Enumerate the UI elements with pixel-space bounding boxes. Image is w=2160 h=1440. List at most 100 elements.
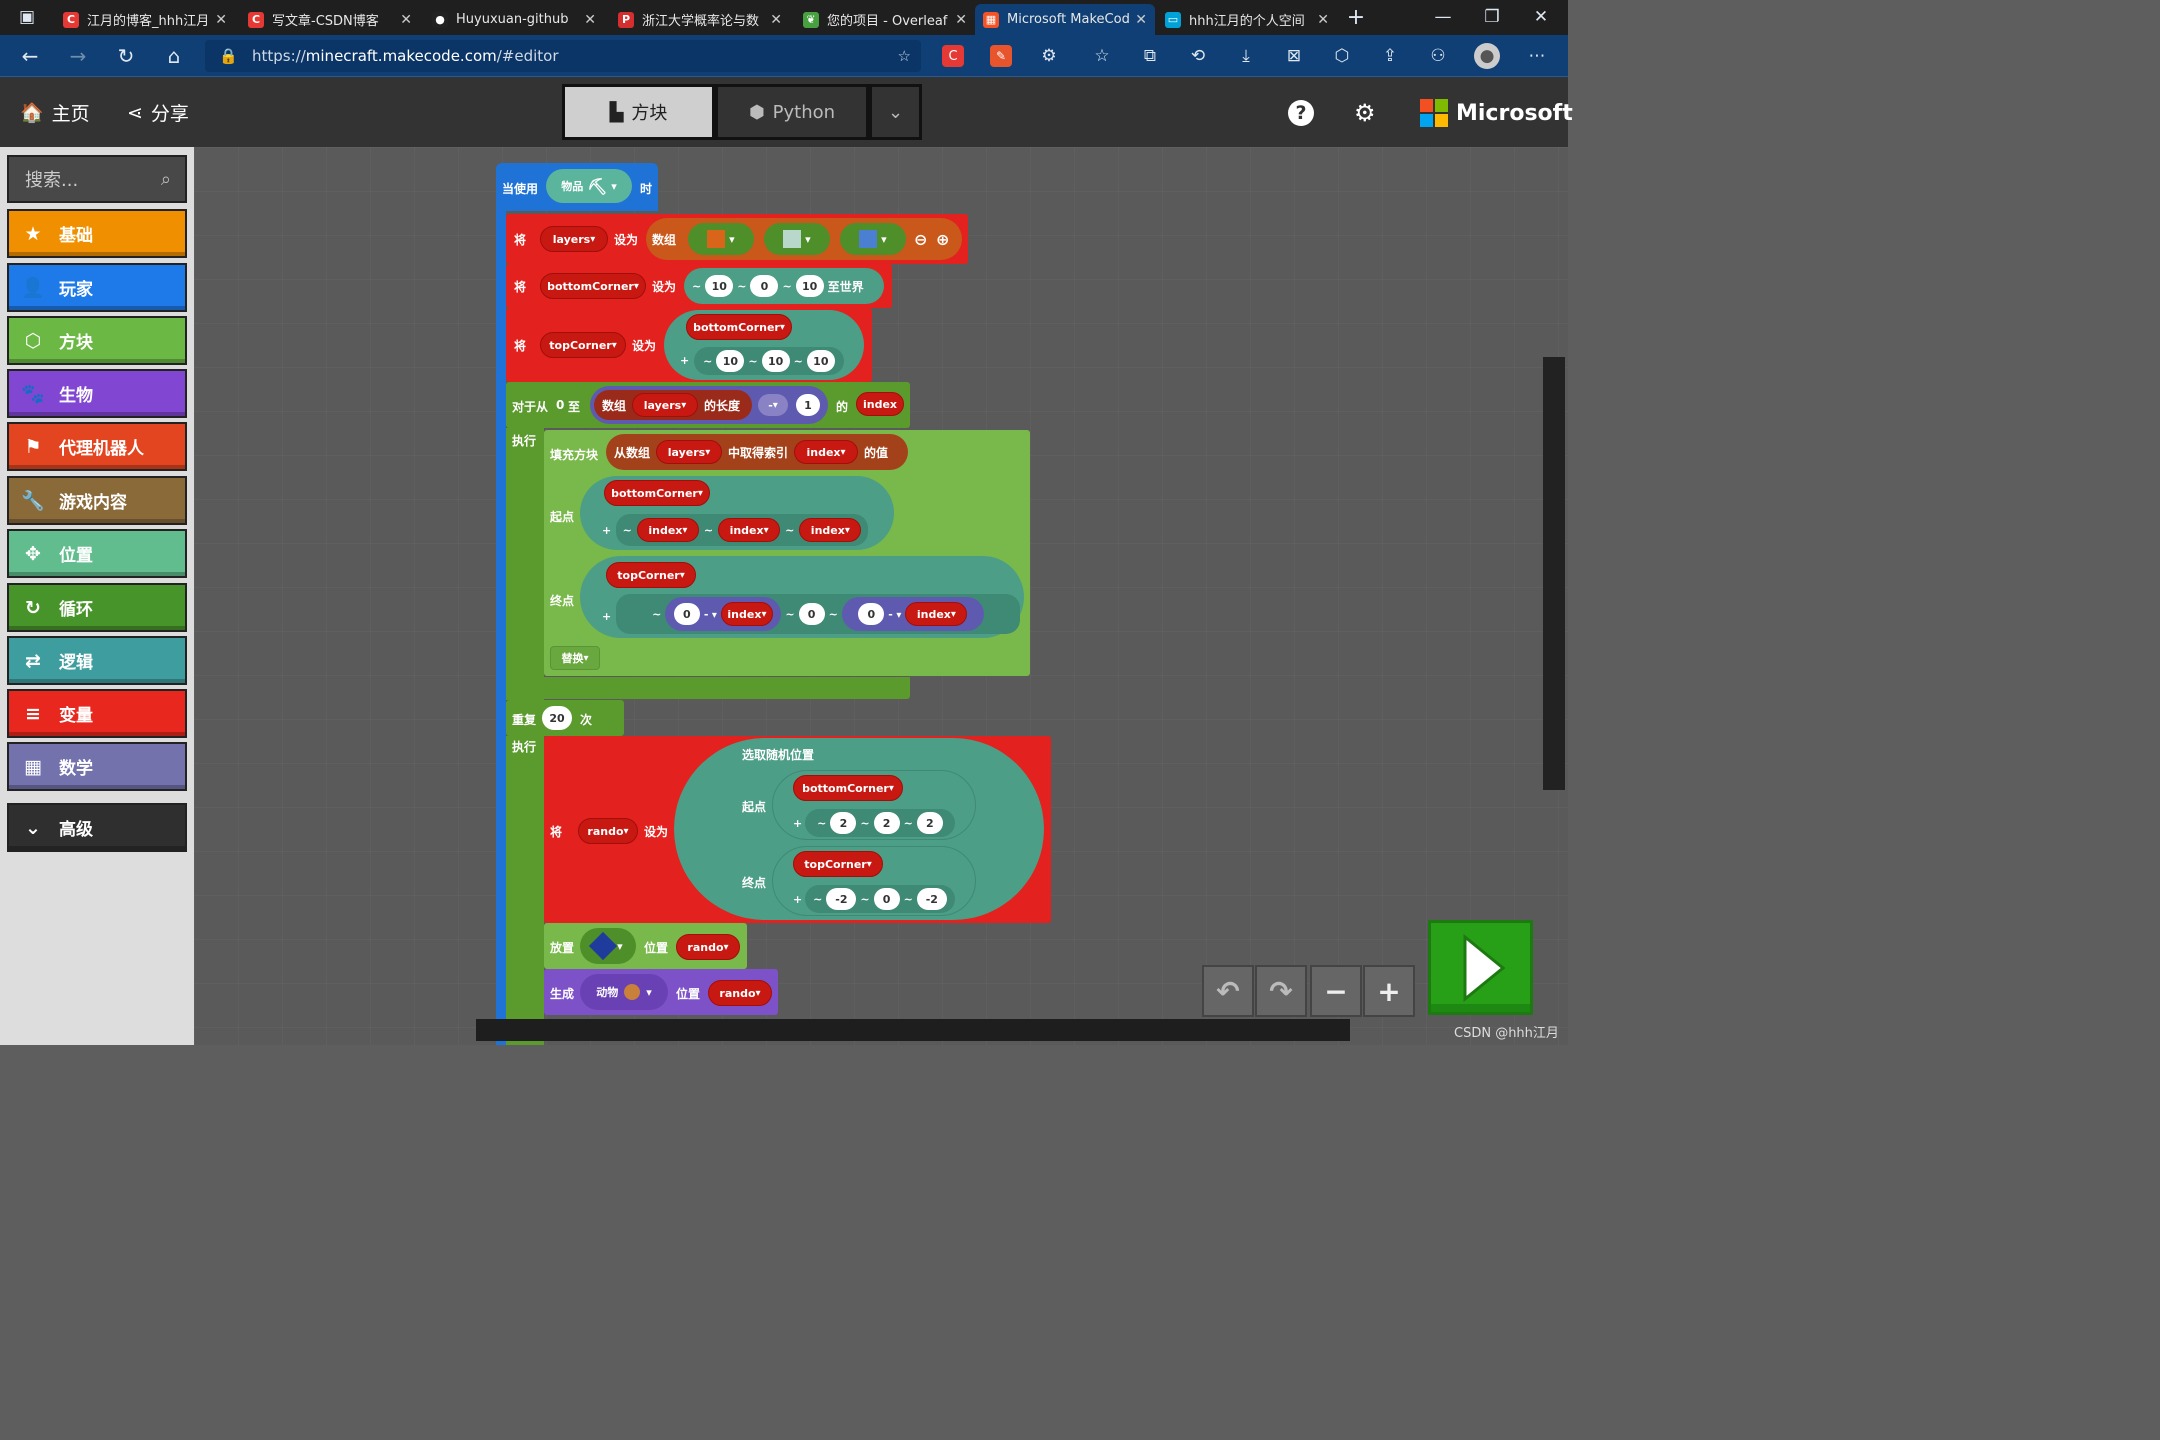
num-x[interactable]: 2 [830,812,857,834]
toolbox-category[interactable]: ✥ 位置 [7,529,187,578]
history-icon[interactable]: ⟲ [1185,43,1211,69]
toolbox-category[interactable]: ≡ 变量 [7,689,187,738]
idx-x[interactable]: index [636,518,699,542]
var-rando-dropdown[interactable]: rando [578,818,638,844]
toolbox-category[interactable]: ⬡ 方块 [7,316,187,365]
toolbox-category[interactable]: ★ 基础 [7,209,187,258]
animal-dropdown[interactable]: 动物 ▾ [580,974,668,1010]
toolbox-category[interactable]: ↻ 循环 [7,583,187,632]
toolbox-category[interactable]: ⚑ 代理机器人 [7,422,187,471]
workspace-horizontal-scrollbar[interactable] [476,1019,1350,1041]
favorite-add-icon[interactable]: ☆ [898,47,911,65]
create-array-block[interactable]: 数组 ▾ ▾ ▾ ⊖ ⊕ [646,218,962,260]
refresh-button[interactable]: ↻ [113,43,139,69]
remove-item-icon[interactable]: ⊖ [914,230,927,249]
idx-ref[interactable]: index [905,602,968,626]
on-item-used-block[interactable]: 当使用 物品 ⛏ ▾ 时 [496,163,658,211]
close-tab-icon[interactable]: ✕ [400,12,412,28]
feedback-icon[interactable]: ⚇ [1425,43,1451,69]
offset-position[interactable]: ~10 ~10 ~10 [694,347,844,375]
browser-tab[interactable]: ● Huyuxuan-github ✕ [424,4,604,35]
var-layers-dropdown[interactable]: layers [540,226,608,252]
browser-essentials-icon[interactable]: ⬡ [1329,43,1355,69]
python-mode-button[interactable]: ⬢ Python [715,84,869,140]
zoom-out-button[interactable]: − [1310,965,1362,1017]
num-z[interactable]: 10 [795,275,824,297]
toolbox-category[interactable]: ⌄ 高级 [7,803,187,852]
offset-position[interactable]: ~index~index~index [616,514,868,546]
subtract-block[interactable]: 0-index [841,597,984,631]
url-field[interactable]: 🔒 https://minecraft.makecode.com/#editor… [205,40,921,72]
share-link[interactable]: ⋖ 分享 [127,99,189,126]
bottomcorner-ref[interactable]: bottomCorner [793,775,903,801]
math-solver-icon[interactable]: ⊠ [1281,43,1307,69]
for-loop-block[interactable]: 对于从 0 至 数组 layers 的长度 - 1 的 index [506,382,910,428]
spawn-block[interactable]: 生成 动物 ▾ 位置 rando [544,969,778,1015]
block-ice-dropdown[interactable]: ▾ [840,223,906,255]
browser-tab[interactable]: ▦ Microsoft MakeCode ✕ [975,4,1155,35]
collections-icon[interactable]: ⧉ [1137,43,1163,69]
redo-button[interactable]: ↷ [1255,965,1307,1017]
num-z[interactable]: 10 [806,350,835,372]
toolbox-category[interactable]: 👤 玩家 [7,263,187,312]
op-label[interactable]: - [888,608,901,621]
array-get-block[interactable]: 从数组 layers 中取得索引 index 的值 [606,434,908,470]
subtract-block[interactable]: 数组 layers 的长度 - 1 [590,386,828,424]
var-layers-ref[interactable]: layers [656,440,723,464]
world-position-block[interactable]: ~10 ~0 ~10 至世界 [684,268,884,304]
more-menu-icon[interactable]: ⋯ [1524,43,1550,69]
home-link[interactable]: 🏠 主页 [20,99,90,126]
subtract-block[interactable]: 0-index [665,597,782,631]
download-icon[interactable]: ⤓ [1233,43,1259,69]
idx-y[interactable]: index [718,518,781,542]
start-position-block[interactable]: bottomCorner + ~2~2~2 [772,770,976,840]
browser-tab[interactable]: ❦ 您的项目 - Overleaf ✕ [795,4,975,35]
home-button[interactable]: ⌂ [161,43,187,69]
num-zero[interactable]: 0 [858,603,885,625]
close-window-button[interactable]: ✕ [1528,4,1554,30]
new-tab-button[interactable]: + [1343,4,1369,30]
var-index[interactable]: index [856,392,904,416]
csdn-extension-icon[interactable]: C [942,45,964,67]
close-tab-icon[interactable]: ✕ [955,12,967,28]
back-button[interactable]: ← [17,43,43,69]
mode-dropdown-button[interactable]: ⌄ [869,84,922,140]
set-topcorner-block[interactable]: 将 topCorner 设为 bottomCorner + ~10~10~10 [506,308,872,382]
fill-blocks-block[interactable]: 填充方块 从数组 layers 中取得索引 index 的值 起点 bottom… [544,430,1030,676]
var-rando-ref[interactable]: rando [708,980,772,1006]
run-code-button[interactable] [1428,920,1533,1015]
var-layers-ref[interactable]: layers [632,393,699,417]
var-index-ref[interactable]: index [794,440,859,464]
array-length-block[interactable]: 数组 layers 的长度 [594,390,752,420]
browser-tab[interactable]: ▭ hhh江月的个人空间 ✕ [1157,4,1337,35]
set-bottomcorner-block[interactable]: 将 bottomCorner 设为 ~10 ~0 ~10 至世界 [506,264,892,308]
num-x[interactable]: 10 [716,350,745,372]
close-tab-icon[interactable]: ✕ [215,12,227,28]
topcorner-base-var[interactable]: bottomCorner [686,314,792,340]
start-position-block[interactable]: bottomCorner + ~index~index~index [580,476,894,550]
help-button[interactable]: ? [1288,100,1314,126]
num-y[interactable]: 2 [873,812,900,834]
close-tab-icon[interactable]: ✕ [1135,12,1147,28]
num-one[interactable]: 1 [796,394,820,416]
end-position-block[interactable]: topCorner + ~0-index~0~0-index [580,556,1024,638]
undo-button[interactable]: ↶ [1202,965,1254,1017]
close-tab-icon[interactable]: ✕ [770,12,782,28]
profile-avatar[interactable]: ● [1474,43,1500,69]
zoom-in-button[interactable]: + [1363,965,1415,1017]
browser-tab[interactable]: C 江月的博客_hhh江月 ✕ [55,4,235,35]
num-z[interactable]: 2 [916,812,943,834]
num-y[interactable]: 10 [761,350,790,372]
offset-position[interactable]: ~0-index~0~0-index [616,594,1020,634]
browser-tab[interactable]: P 浙江大学概率论与数 ✕ [610,4,790,35]
maximize-button[interactable]: ❐ [1479,4,1505,30]
toolbox-category[interactable]: 🐾 生物 [7,369,187,418]
blocks-mode-button[interactable]: ▙ 方块 [562,84,715,140]
topcorner-ref[interactable]: topCorner [793,851,883,877]
tab-actions-icon[interactable]: ▣ [14,4,40,30]
add-item-icon[interactable]: ⊕ [936,230,949,249]
workspace-vertical-scrollbar[interactable] [1543,357,1565,790]
var-bottomcorner-dropdown[interactable]: bottomCorner [540,273,646,299]
num-y[interactable]: 0 [873,888,900,910]
place-block-dropdown[interactable]: ▾ [580,928,636,964]
